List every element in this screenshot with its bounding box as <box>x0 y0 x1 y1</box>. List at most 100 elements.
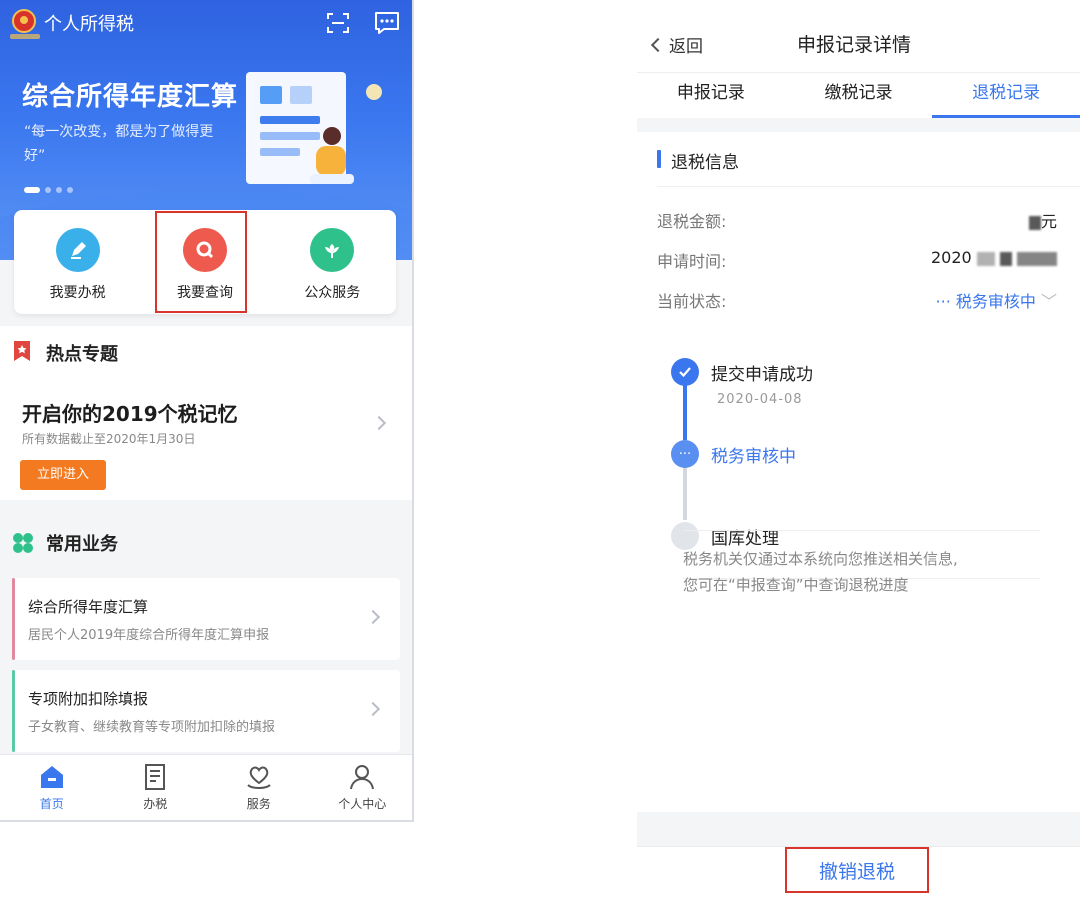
hot-topic-card[interactable]: 开启你的2019个税记忆 所有数据截止至2020年1月30日 立即进入 <box>0 378 412 500</box>
business-item-annual-settlement[interactable]: 综合所得年度汇算 居民个人2019年度综合所得年度汇算申报 <box>12 578 400 660</box>
tab-tax[interactable]: 办税 <box>104 755 208 820</box>
hot-topics-heading: 热点专题 <box>46 344 118 365</box>
timeline-step-label: 提交申请成功 <box>711 365 813 385</box>
scan-icon[interactable] <box>326 11 350 35</box>
apply-time-value: 2020 <box>931 248 1057 267</box>
grid-clover-icon <box>13 533 33 553</box>
current-status-row[interactable]: 当前状态: ··· 税务审核中 ﹀ <box>657 288 1057 312</box>
highlight-box <box>155 211 247 313</box>
tab-label: 服务 <box>246 797 271 811</box>
bottom-action-bar: 撤销退税 <box>637 846 1080 902</box>
business-item-desc: 子女教育、继续教育等专项附加扣除的填报 <box>28 720 276 735</box>
field-label: 申请时间: <box>657 252 727 271</box>
chevron-right-icon <box>365 609 381 625</box>
field-label: 退税金额: <box>657 212 727 231</box>
timeline-line-done <box>683 380 687 440</box>
banner-title: 综合所得年度汇算 <box>22 82 239 112</box>
carousel-dots[interactable] <box>24 187 73 193</box>
emblem-ribbon <box>10 34 40 39</box>
chevron-right-icon <box>365 701 381 717</box>
back-button[interactable]: 返回 <box>650 32 703 57</box>
tab-refund-records[interactable]: 退税记录 <box>932 73 1080 118</box>
illus-block <box>260 86 282 104</box>
carousel-dot[interactable] <box>56 187 62 193</box>
chevron-left-icon <box>650 37 666 52</box>
redacted-block <box>1017 251 1057 266</box>
person-illustration <box>310 127 354 184</box>
item-accent-bar <box>12 670 15 752</box>
chevron-down-icon: ﹀ <box>1040 292 1057 311</box>
apply-time-row: 申请时间: 2020 <box>657 248 1057 272</box>
tab-label: 办税 <box>143 797 168 811</box>
tax-emblem-icon <box>12 9 36 33</box>
field-label: 当前状态: <box>657 292 727 311</box>
redacted-block <box>1028 215 1041 230</box>
edit-icon <box>55 228 100 272</box>
tab-label: 首页 <box>39 797 64 811</box>
top-bar: 个人所得税 <box>0 0 412 46</box>
record-tabs: 申报记录 缴税记录 退税记录 <box>637 72 1080 118</box>
ellipsis-icon: ··· <box>671 440 699 468</box>
tab-profile[interactable]: 个人中心 <box>311 755 413 820</box>
current-status-value: ··· 税务审核中 ﹀ <box>935 292 1057 311</box>
common-business-heading: 常用业务 <box>46 534 118 555</box>
business-item-title: 综合所得年度汇算 <box>28 598 149 616</box>
flower-icon <box>310 228 355 272</box>
hot-topic-note: 所有数据截止至2020年1月30日 <box>22 432 196 446</box>
section-accent-bar <box>657 150 661 168</box>
chevron-right-icon <box>371 415 387 431</box>
tab-declaration-records[interactable]: 申报记录 <box>637 73 785 118</box>
heart-hand-icon <box>247 766 271 789</box>
hot-topics-header: 热点专题 <box>0 326 412 378</box>
timeline-line-pending <box>683 462 687 520</box>
highlight-box <box>785 847 929 893</box>
check-icon <box>671 358 699 386</box>
common-business-header: 常用业务 <box>0 516 412 568</box>
section-title: 退税信息 <box>671 153 739 173</box>
carousel-dot[interactable] <box>45 187 51 193</box>
quick-action-tax[interactable]: 我要办税 <box>14 210 141 314</box>
tab-payment-records[interactable]: 缴税记录 <box>785 73 933 118</box>
refund-amount-value: 元 <box>1028 208 1057 232</box>
message-icon[interactable] <box>374 11 400 35</box>
quick-action-public-service[interactable]: 公众服务 <box>269 210 396 314</box>
app-title: 个人所得税 <box>44 14 134 35</box>
refund-progress-timeline: 提交申请成功 2020-04-08 ··· 税务审核中 国库处理 <box>671 358 1051 558</box>
divider <box>657 186 1080 187</box>
business-item-desc: 居民个人2019年度综合所得年度汇算申报 <box>28 628 270 643</box>
tab-label: 个人中心 <box>338 797 387 811</box>
quick-action-label: 公众服务 <box>304 285 361 301</box>
illus-line <box>260 116 320 124</box>
nav-bar: 返回 申报记录详情 <box>637 0 1080 72</box>
tab-home[interactable]: 首页 <box>0 755 104 820</box>
timeline-step-date: 2020-04-08 <box>717 392 803 407</box>
illus-line <box>260 148 300 156</box>
redacted-block <box>999 251 1012 266</box>
bookmark-star-icon <box>14 341 30 361</box>
moon-decoration <box>366 84 382 100</box>
divider <box>683 530 1040 531</box>
refund-amount-row: 退税金额: 元 <box>657 208 1057 232</box>
business-item-title: 专项附加扣除填报 <box>28 690 149 708</box>
back-label: 返回 <box>669 37 703 57</box>
timeline-step-label: 税务审核中 <box>711 447 796 467</box>
right-phone-screen: 返回 申报记录详情 申报记录 缴税记录 退税记录 退税信息 退税金额: 元 申请… <box>637 0 1080 902</box>
info-note-line: 税务机关仅通过本系统向您推送相关信息, <box>683 550 958 568</box>
home-icon <box>40 766 63 788</box>
carousel-dot[interactable] <box>24 187 40 193</box>
hot-topic-title: 开启你的2019个税记忆 <box>22 402 238 426</box>
bottom-tab-bar: 首页 办税 服务 个人中心 <box>0 754 413 820</box>
info-note: 税务机关仅通过本系统向您推送相关信息, 您可在“申报查询”中查询退税进度 <box>683 546 1043 598</box>
tab-service[interactable]: 服务 <box>207 755 311 820</box>
left-phone-screen: 个人所得税 综合所得年度汇算 “每一次改变，都是为了做得更好” 我要办税 我要查… <box>0 0 414 822</box>
info-note-line: 您可在“申报查询”中查询退税进度 <box>683 576 909 594</box>
user-icon <box>350 765 375 790</box>
business-item-special-deduction[interactable]: 专项附加扣除填报 子女教育、继续教育等专项附加扣除的填报 <box>12 670 400 752</box>
carousel-dot[interactable] <box>67 187 73 193</box>
refund-info-card: 退税信息 退税金额: 元 申请时间: 2020 当前状态: ··· 税务审核中 … <box>637 132 1080 812</box>
item-accent-bar <box>12 578 15 660</box>
enter-now-button[interactable]: 立即进入 <box>20 460 106 490</box>
document-icon <box>145 764 166 790</box>
page-title: 申报记录详情 <box>797 34 912 56</box>
redacted-block <box>976 251 995 266</box>
